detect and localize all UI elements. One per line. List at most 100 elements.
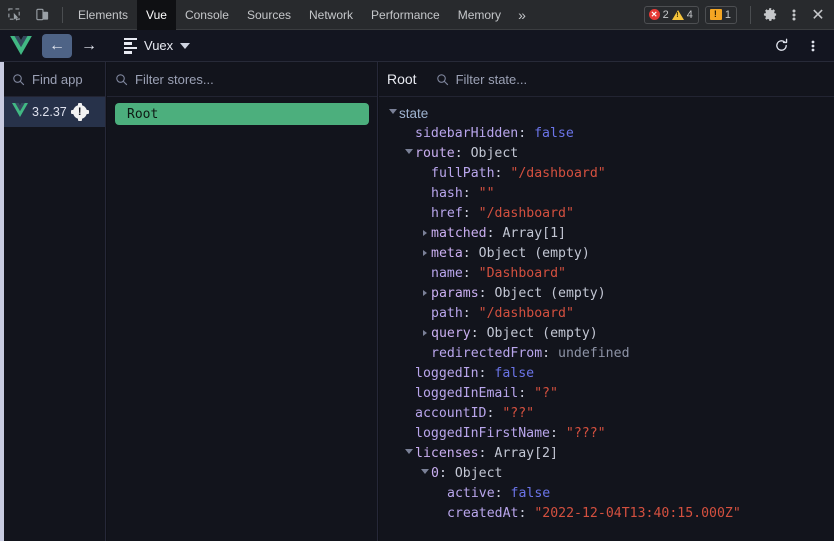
state-tree-row[interactable]: matched: Array[1] xyxy=(379,223,834,243)
tab-sources[interactable]: Sources xyxy=(238,0,300,30)
filter-stores-search-row[interactable]: Filter stores... xyxy=(107,62,377,97)
back-button[interactable]: ← xyxy=(42,33,72,58)
stores-panel: Filter stores... Root xyxy=(107,62,378,541)
inspect-element-icon[interactable] xyxy=(0,2,28,28)
device-toolbar-icon[interactable] xyxy=(28,2,56,28)
state-tree-row[interactable]: state xyxy=(379,103,834,123)
state-tree-row[interactable]: route: Object xyxy=(379,143,834,163)
gear-icon[interactable] xyxy=(758,2,782,28)
state-value: false xyxy=(494,365,535,381)
state-key: accountID xyxy=(415,405,487,421)
state-key-separator: : xyxy=(486,225,503,241)
state-tree-row[interactable]: params: Object (empty) xyxy=(379,283,834,303)
refresh-icon[interactable] xyxy=(768,34,794,58)
state-value: "/dashboard" xyxy=(478,305,574,321)
state-tree-row[interactable]: query: Object (empty) xyxy=(379,323,834,343)
state-value: undefined xyxy=(558,345,630,361)
state-value: Object xyxy=(470,145,519,161)
state-key-separator: : xyxy=(462,185,479,201)
state-key: matched xyxy=(431,225,487,241)
state-tree-row[interactable]: 0: Object xyxy=(379,463,834,483)
state-key: licenses xyxy=(415,445,479,461)
state-tree-row[interactable]: meta: Object (empty) xyxy=(379,243,834,263)
tab-vue[interactable]: Vue xyxy=(137,0,176,30)
state-key: 0 xyxy=(431,465,439,481)
state-tree-row[interactable]: redirectedFrom: undefined xyxy=(379,343,834,363)
chevron-right-icon[interactable] xyxy=(419,250,431,256)
chevron-down-icon[interactable] xyxy=(403,149,415,157)
vue-logo-icon xyxy=(0,36,42,55)
state-key-separator: : xyxy=(542,345,559,361)
app-warning-badge[interactable]: ! xyxy=(70,103,89,121)
state-key: hash xyxy=(431,185,463,201)
state-key: query xyxy=(431,325,471,341)
state-value: false xyxy=(510,485,551,501)
chevron-down-icon[interactable] xyxy=(387,109,399,117)
tab-performance[interactable]: Performance xyxy=(362,0,449,30)
find-app-search-row[interactable]: Find app xyxy=(4,62,105,97)
state-key-separator: : xyxy=(486,405,503,421)
state-value: "?" xyxy=(534,385,558,401)
close-icon[interactable]: ✕ xyxy=(806,2,830,28)
state-key-separator: : xyxy=(518,505,535,521)
error-warning-counter[interactable]: ✕ 2 4 xyxy=(643,5,699,24)
state-tree-row[interactable]: createdAt: "2022-12-04T13:40:15.000Z" xyxy=(379,503,834,523)
state-key: fullPath xyxy=(431,165,495,181)
state-key: redirectedFrom xyxy=(431,345,543,361)
state-tree-row[interactable]: loggedInFirstName: "???" xyxy=(379,423,834,443)
state-tree-row[interactable]: path: "/dashboard" xyxy=(379,303,834,323)
state-tree-row[interactable]: accountID: "??" xyxy=(379,403,834,423)
vue-devtools-window: Elements Vue Console Sources Network Per… xyxy=(0,0,834,541)
filter-state-input[interactable]: Filter state... xyxy=(456,72,528,87)
state-value: "/dashboard" xyxy=(478,205,574,221)
chevron-down-icon[interactable] xyxy=(403,449,415,457)
state-key-separator: : xyxy=(478,285,495,301)
state-value: Object (empty) xyxy=(478,245,590,261)
state-tree-row[interactable]: active: false xyxy=(379,483,834,503)
filter-stores-input[interactable]: Filter stores... xyxy=(135,72,214,87)
chevron-down-icon[interactable] xyxy=(419,469,431,477)
state-value: "/dashboard" xyxy=(510,165,606,181)
state-value: Array[2] xyxy=(494,445,558,461)
state-value: Object xyxy=(454,465,503,481)
tab-network[interactable]: Network xyxy=(300,0,362,30)
state-key-separator: : xyxy=(462,205,479,221)
forward-button[interactable]: → xyxy=(74,34,104,58)
state-tree-row[interactable]: sidebarHidden: false xyxy=(379,123,834,143)
message-counter[interactable]: 1 xyxy=(704,5,737,24)
chevron-right-icon[interactable] xyxy=(419,230,431,236)
state-panel-title: Root xyxy=(387,71,417,87)
state-tree-row[interactable]: licenses: Array[2] xyxy=(379,443,834,463)
state-tree-row[interactable]: loggedInEmail: "?" xyxy=(379,383,834,403)
app-list-item[interactable]: 3.2.37 ! xyxy=(4,97,105,127)
vue-kebab-menu-icon[interactable] xyxy=(800,34,826,58)
state-tree-row[interactable]: name: "Dashboard" xyxy=(379,263,834,283)
state-value: "" xyxy=(478,185,495,201)
state-tree: state sidebarHidden: false route: Object fu… xyxy=(379,97,834,523)
chevron-right-icon[interactable] xyxy=(419,290,431,296)
state-tree-row[interactable]: loggedIn: false xyxy=(379,363,834,383)
state-key: name xyxy=(431,265,463,281)
state-key: createdAt xyxy=(447,505,519,521)
tab-console[interactable]: Console xyxy=(176,0,238,30)
more-tabs-button[interactable]: » xyxy=(510,0,534,30)
kebab-menu-icon[interactable] xyxy=(782,2,806,28)
warning-count: 4 xyxy=(686,8,693,21)
store-list-item-root[interactable]: Root xyxy=(115,103,369,125)
error-icon: ✕ xyxy=(648,9,660,20)
state-tree-row[interactable]: hash: "" xyxy=(379,183,834,203)
state-key-separator: : xyxy=(549,425,566,441)
toolbar-divider xyxy=(62,6,63,23)
state-tree-row[interactable]: href: "/dashboard" xyxy=(379,203,834,223)
state-key-separator: : xyxy=(462,305,479,321)
state-tree-row[interactable]: fullPath: "/dashboard" xyxy=(379,163,834,183)
app-warning-badge-label: ! xyxy=(77,106,82,118)
state-key-separator: : xyxy=(518,385,535,401)
tab-memory[interactable]: Memory xyxy=(449,0,510,30)
find-app-input[interactable]: Find app xyxy=(32,72,83,87)
inspector-switcher[interactable]: Vuex xyxy=(124,37,191,54)
state-key: route xyxy=(415,145,455,161)
tab-elements[interactable]: Elements xyxy=(69,0,137,30)
chevron-right-icon[interactable] xyxy=(419,330,431,336)
inspector-name: Vuex xyxy=(144,38,174,53)
